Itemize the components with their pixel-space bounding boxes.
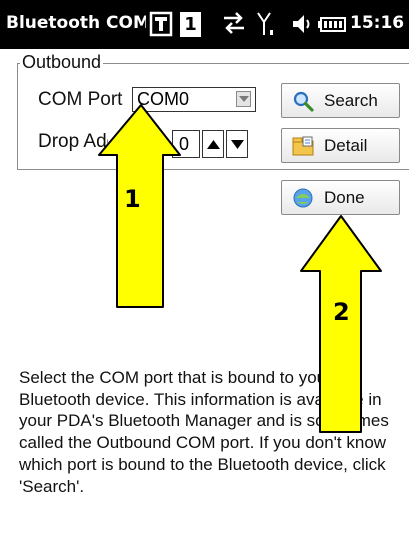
annotation-number-1: 1	[124, 185, 141, 213]
annotation-overlay	[98, 104, 382, 433]
annotation-number-2: 2	[333, 298, 350, 326]
